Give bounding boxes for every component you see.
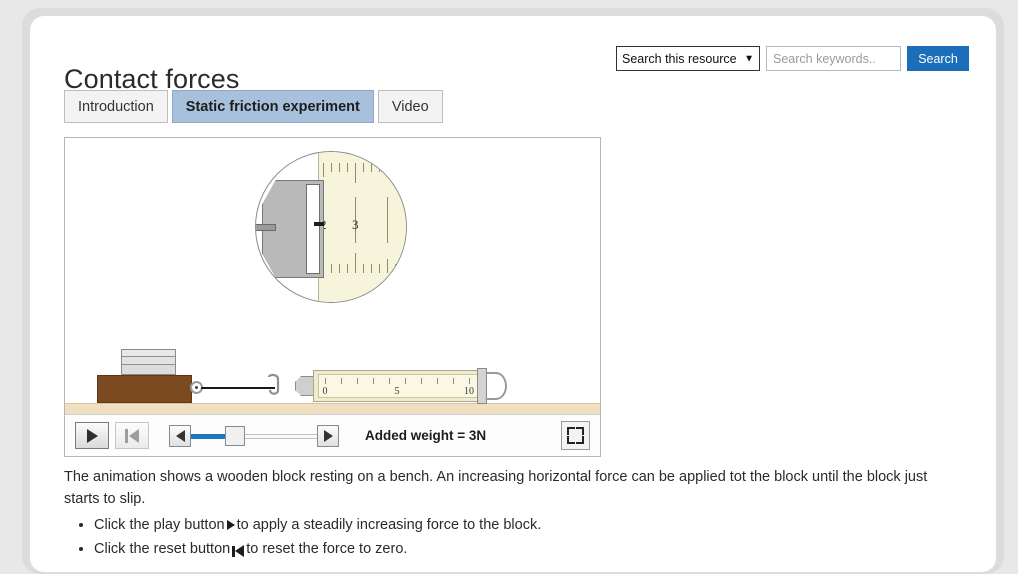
magnifier-view: 2 3 bbox=[255, 151, 407, 303]
slider-increase-button[interactable] bbox=[317, 424, 339, 447]
slider-decrease-button[interactable] bbox=[169, 424, 191, 447]
magnified-meter-rod bbox=[256, 224, 276, 231]
outer-frame: Contact forces Search this resource ▼ Se… bbox=[22, 8, 1004, 574]
magnified-needle bbox=[314, 222, 324, 226]
search-input[interactable] bbox=[766, 46, 901, 71]
weight-slider[interactable] bbox=[191, 425, 317, 447]
slider-thumb[interactable] bbox=[225, 425, 246, 446]
magnified-meter-window bbox=[306, 184, 320, 274]
skip-back-icon bbox=[125, 428, 139, 443]
skip-back-icon bbox=[232, 540, 245, 562]
instruction-list: Click the play button to apply a steadily… bbox=[64, 514, 960, 562]
tab-static-friction-experiment[interactable]: Static friction experiment bbox=[171, 90, 374, 123]
simulation-stage: 2 3 bbox=[65, 138, 600, 415]
content-card: Contact forces Search this resource ▼ Se… bbox=[30, 16, 996, 572]
play-icon bbox=[86, 428, 98, 443]
added-weight-readout: Added weight = 3N bbox=[365, 428, 487, 443]
search-area: Search this resource ▼ Search bbox=[616, 46, 969, 71]
stacked-weights bbox=[121, 349, 176, 375]
hook-icon bbox=[267, 373, 280, 395]
reset-button[interactable] bbox=[115, 422, 149, 449]
fullscreen-button[interactable] bbox=[561, 421, 590, 450]
tab-introduction[interactable]: Introduction bbox=[64, 90, 168, 123]
magnified-scale: 2 3 bbox=[318, 152, 406, 302]
bullet-1-before: Click the play button bbox=[94, 517, 225, 534]
wooden-block bbox=[97, 375, 192, 403]
newton-meter-label-0: 0 bbox=[322, 386, 328, 397]
newton-meter-face: 0 5 10 bbox=[318, 374, 478, 398]
list-item: Click the play button to apply a steadily… bbox=[94, 514, 960, 536]
description-text: The animation shows a wooden block resti… bbox=[64, 466, 960, 564]
bullet-1-after: to apply a steadily increasing force to … bbox=[236, 517, 542, 534]
bullet-2-before: Click the reset button bbox=[94, 541, 231, 558]
simulation-panel[interactable]: 2 3 bbox=[64, 137, 601, 457]
resource-scope-wrap: Search this resource ▼ bbox=[616, 46, 760, 71]
fullscreen-icon bbox=[567, 427, 575, 435]
newton-meter: 0 5 10 bbox=[287, 368, 507, 404]
triangle-right-icon bbox=[323, 429, 333, 442]
bullet-2-after: to reset the force to zero. bbox=[246, 541, 408, 558]
list-item: Click the reset button to reset the force… bbox=[94, 538, 960, 562]
tab-video[interactable]: Video bbox=[377, 90, 443, 123]
intro-paragraph: The animation shows a wooden block resti… bbox=[64, 469, 928, 508]
tab-bar: Introduction Static friction experiment … bbox=[64, 90, 443, 123]
magnified-scale-number-3: 3 bbox=[352, 217, 359, 232]
player-controls: Added weight = 3N bbox=[65, 414, 600, 456]
newton-meter-barrel: 0 5 10 bbox=[313, 370, 483, 402]
search-scope-select[interactable]: Search this resource bbox=[616, 46, 760, 71]
pull-string bbox=[201, 387, 275, 389]
triangle-left-icon bbox=[175, 429, 185, 442]
newton-meter-ring bbox=[485, 372, 507, 400]
weight-slider-group bbox=[169, 424, 339, 447]
search-button[interactable]: Search bbox=[907, 46, 969, 71]
play-button[interactable] bbox=[75, 422, 109, 449]
play-icon bbox=[226, 520, 235, 531]
newton-meter-label-10: 10 bbox=[464, 386, 474, 397]
newton-meter-label-5: 5 bbox=[394, 386, 400, 397]
